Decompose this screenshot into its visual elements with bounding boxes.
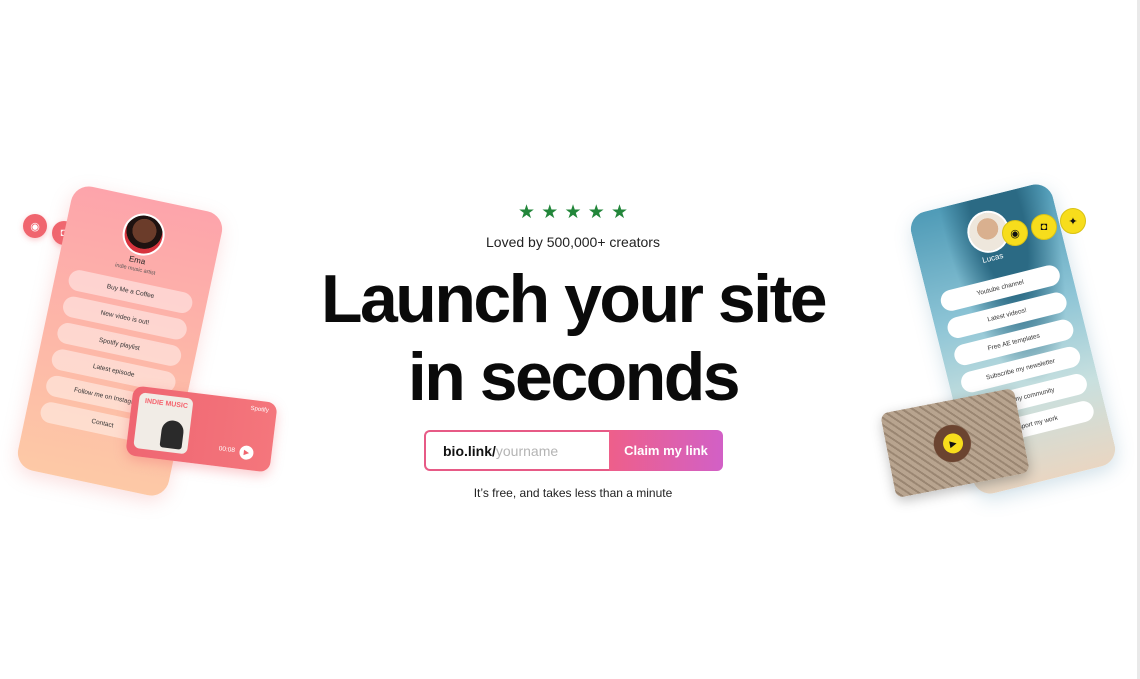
star-icon: ★ [541, 202, 559, 223]
username-input[interactable] [495, 442, 606, 459]
spotify-icon: ◉ [1002, 220, 1028, 246]
hero-section: ◉ ◘ ✦ Ema indie music artist Buy Me a Co… [0, 0, 1140, 679]
album-figure [159, 419, 185, 450]
rating-stars: ★ ★ ★ ★ ★ [518, 202, 628, 224]
free-note: It’s free, and takes less than a minute [473, 486, 673, 500]
instagram-icon: ◘ [1031, 214, 1057, 240]
claim-link-form: bio.link/ Claim my link [424, 430, 723, 471]
star-icon: ★ [564, 202, 582, 223]
play-icon: ▶ [941, 431, 965, 456]
star-icon: ★ [518, 202, 536, 223]
player-time: 00:08 [218, 445, 236, 455]
star-icon: ★ [610, 202, 628, 223]
twitter-icon: ✦ [1060, 208, 1086, 234]
username-field-wrapper[interactable]: bio.link/ [424, 430, 609, 471]
claim-link-button[interactable]: Claim my link [609, 430, 723, 471]
play-icon: ▶ [238, 444, 255, 461]
star-icon: ★ [587, 202, 605, 223]
url-prefix: bio.link/ [443, 442, 496, 459]
